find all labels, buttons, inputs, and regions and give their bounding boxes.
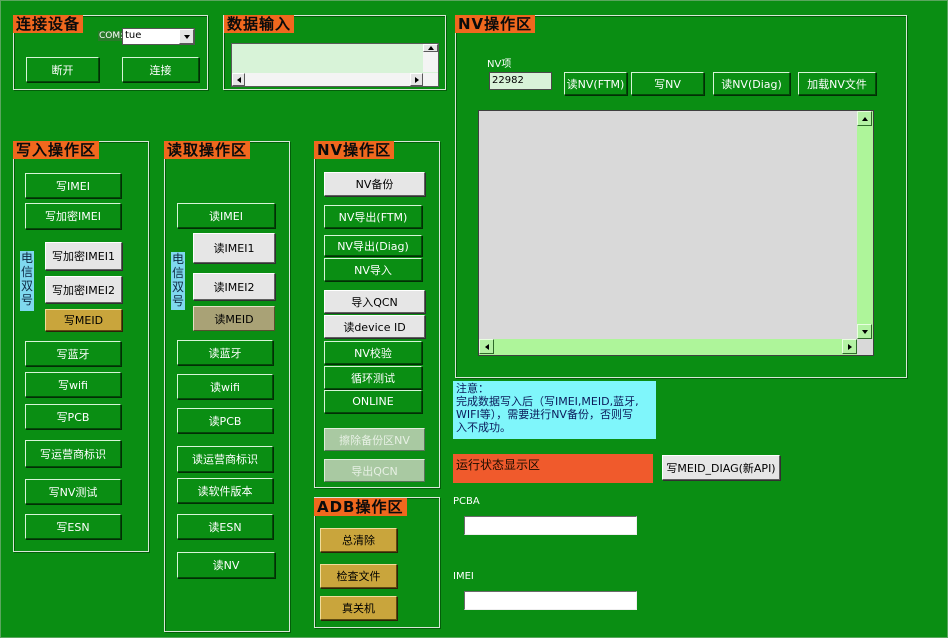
read-imei2-button[interactable]: 读IMEI2 xyxy=(193,273,275,300)
write-nv-test-button[interactable]: 写NV测试 xyxy=(25,479,121,504)
write-operator-id-button[interactable]: 写运营商标识 xyxy=(25,440,121,467)
load-nv-file-button[interactable]: 加载NV文件 xyxy=(798,72,876,95)
read-nv-button[interactable]: 读NV xyxy=(177,552,275,578)
status-display: 运行状态显示区 xyxy=(453,454,653,483)
com-select-value: tue xyxy=(125,30,142,41)
connect-title: 连接设备 xyxy=(13,15,84,33)
loop-test-button[interactable]: 循环测试 xyxy=(324,366,422,389)
status-label: 运行状态显示区 xyxy=(456,458,541,472)
data-input-textarea[interactable] xyxy=(231,43,439,87)
note-line: WIFI等），需要进行NV备份，否则写 xyxy=(456,408,633,421)
disconnect-button[interactable]: 断开 xyxy=(26,57,99,82)
read-nv-ftm-button[interactable]: 读NV(FTM) xyxy=(564,72,627,95)
write-bluetooth-button[interactable]: 写蓝牙 xyxy=(25,341,121,366)
nv-output-hscroll[interactable] xyxy=(479,339,857,355)
check-file-button[interactable]: 检查文件 xyxy=(320,564,397,588)
export-qcn-button[interactable]: 导出QCN xyxy=(324,459,425,482)
nv-item-label: NV项 xyxy=(487,59,512,70)
read-dual-sim-label: 电信双号 xyxy=(171,252,185,310)
read-device-id-button[interactable]: 读device ID xyxy=(324,315,425,338)
nv-item-input[interactable]: 22982 xyxy=(489,72,552,90)
read-imei-button[interactable]: 读IMEI xyxy=(177,203,275,228)
write-imei-button[interactable]: 写IMEI xyxy=(25,173,121,198)
scroll-right-icon[interactable] xyxy=(842,339,857,354)
write-meid-button[interactable]: 写MEID xyxy=(45,309,122,331)
write-encrypted-imei2-button[interactable]: 写加密IMEI2 xyxy=(45,276,122,303)
nv-import-button[interactable]: NV导入 xyxy=(324,258,422,281)
data-input-title: 数据输入 xyxy=(224,15,295,33)
note-box: 注意： 完成数据写入后（写IMEI,MEID,蓝牙, WIFI等），需要进行NV… xyxy=(453,381,656,439)
adb-title: ADB操作区 xyxy=(314,498,407,516)
read-esn-button[interactable]: 读ESN xyxy=(177,514,273,539)
nv-output-vscroll[interactable] xyxy=(857,111,873,339)
write-encrypted-imei-button[interactable]: 写加密IMEI xyxy=(25,203,121,229)
write-dual-sim-label: 电信双号 xyxy=(20,251,34,311)
nv-export-diag-button[interactable]: NV导出(Diag) xyxy=(324,235,422,256)
write-nv-button[interactable]: 写NV xyxy=(631,72,704,95)
read-imei1-button[interactable]: 读IMEI1 xyxy=(193,233,275,263)
read-nv-diag-button[interactable]: 读NV(Diag) xyxy=(713,72,790,95)
write-meid-diag-button[interactable]: 写MEID_DIAG(新API) xyxy=(662,455,780,480)
scroll-up-icon[interactable] xyxy=(423,44,438,52)
read-bluetooth-button[interactable]: 读蓝牙 xyxy=(177,340,273,365)
connect-button[interactable]: 连接 xyxy=(122,57,199,82)
write-area-title: 写入操作区 xyxy=(13,141,100,159)
read-wifi-button[interactable]: 读wifi xyxy=(177,374,273,399)
com-select[interactable]: tue xyxy=(122,28,195,45)
nv-verify-button[interactable]: NV校验 xyxy=(324,341,422,364)
nv-backup-button[interactable]: NV备份 xyxy=(324,172,425,196)
power-off-button[interactable]: 真关机 xyxy=(320,596,397,620)
nv-export-ftm-button[interactable]: NV导出(FTM) xyxy=(324,205,422,228)
data-input-hscroll[interactable] xyxy=(232,73,438,86)
write-pcb-button[interactable]: 写PCB xyxy=(25,404,121,429)
scroll-down-icon[interactable] xyxy=(857,324,872,339)
import-qcn-button[interactable]: 导入QCN xyxy=(324,290,425,313)
chevron-down-icon[interactable] xyxy=(179,29,194,44)
nv-ops-title: NV操作区 xyxy=(314,141,395,159)
data-input-vscroll[interactable] xyxy=(423,44,438,72)
nv-item-value: 22982 xyxy=(492,75,524,86)
nv-area-title: NV操作区 xyxy=(455,15,536,33)
erase-backup-nv-button[interactable]: 擦除备份区NV xyxy=(324,428,425,451)
scroll-left-icon[interactable] xyxy=(232,73,245,86)
scroll-left-icon[interactable] xyxy=(479,339,494,354)
imei-input[interactable] xyxy=(464,591,637,610)
write-encrypted-imei1-button[interactable]: 写加密IMEI1 xyxy=(45,242,122,270)
scroll-up-icon[interactable] xyxy=(857,111,872,126)
online-button[interactable]: ONLINE xyxy=(324,390,422,413)
read-software-version-button[interactable]: 读软件版本 xyxy=(177,478,273,503)
com-label: COM: xyxy=(98,31,125,41)
clear-all-button[interactable]: 总清除 xyxy=(320,528,397,552)
write-wifi-button[interactable]: 写wifi xyxy=(25,372,121,397)
pcba-label: PCBA xyxy=(453,496,480,507)
read-pcb-button[interactable]: 读PCB xyxy=(177,408,273,433)
read-area-title: 读取操作区 xyxy=(164,141,251,159)
read-meid-button[interactable]: 读MEID xyxy=(193,306,275,331)
pcba-input[interactable] xyxy=(464,516,637,535)
read-operator-id-button[interactable]: 读运营商标识 xyxy=(177,446,273,472)
write-esn-button[interactable]: 写ESN xyxy=(25,514,121,539)
note-line: 注意： xyxy=(456,382,489,395)
scroll-right-icon[interactable] xyxy=(410,73,423,86)
nv-output-textarea[interactable] xyxy=(478,110,874,356)
note-line: 完成数据写入后（写IMEI,MEID,蓝牙, xyxy=(456,395,639,408)
note-line: 入不成功。 xyxy=(456,421,511,434)
imei-label: IMEI xyxy=(453,571,474,582)
